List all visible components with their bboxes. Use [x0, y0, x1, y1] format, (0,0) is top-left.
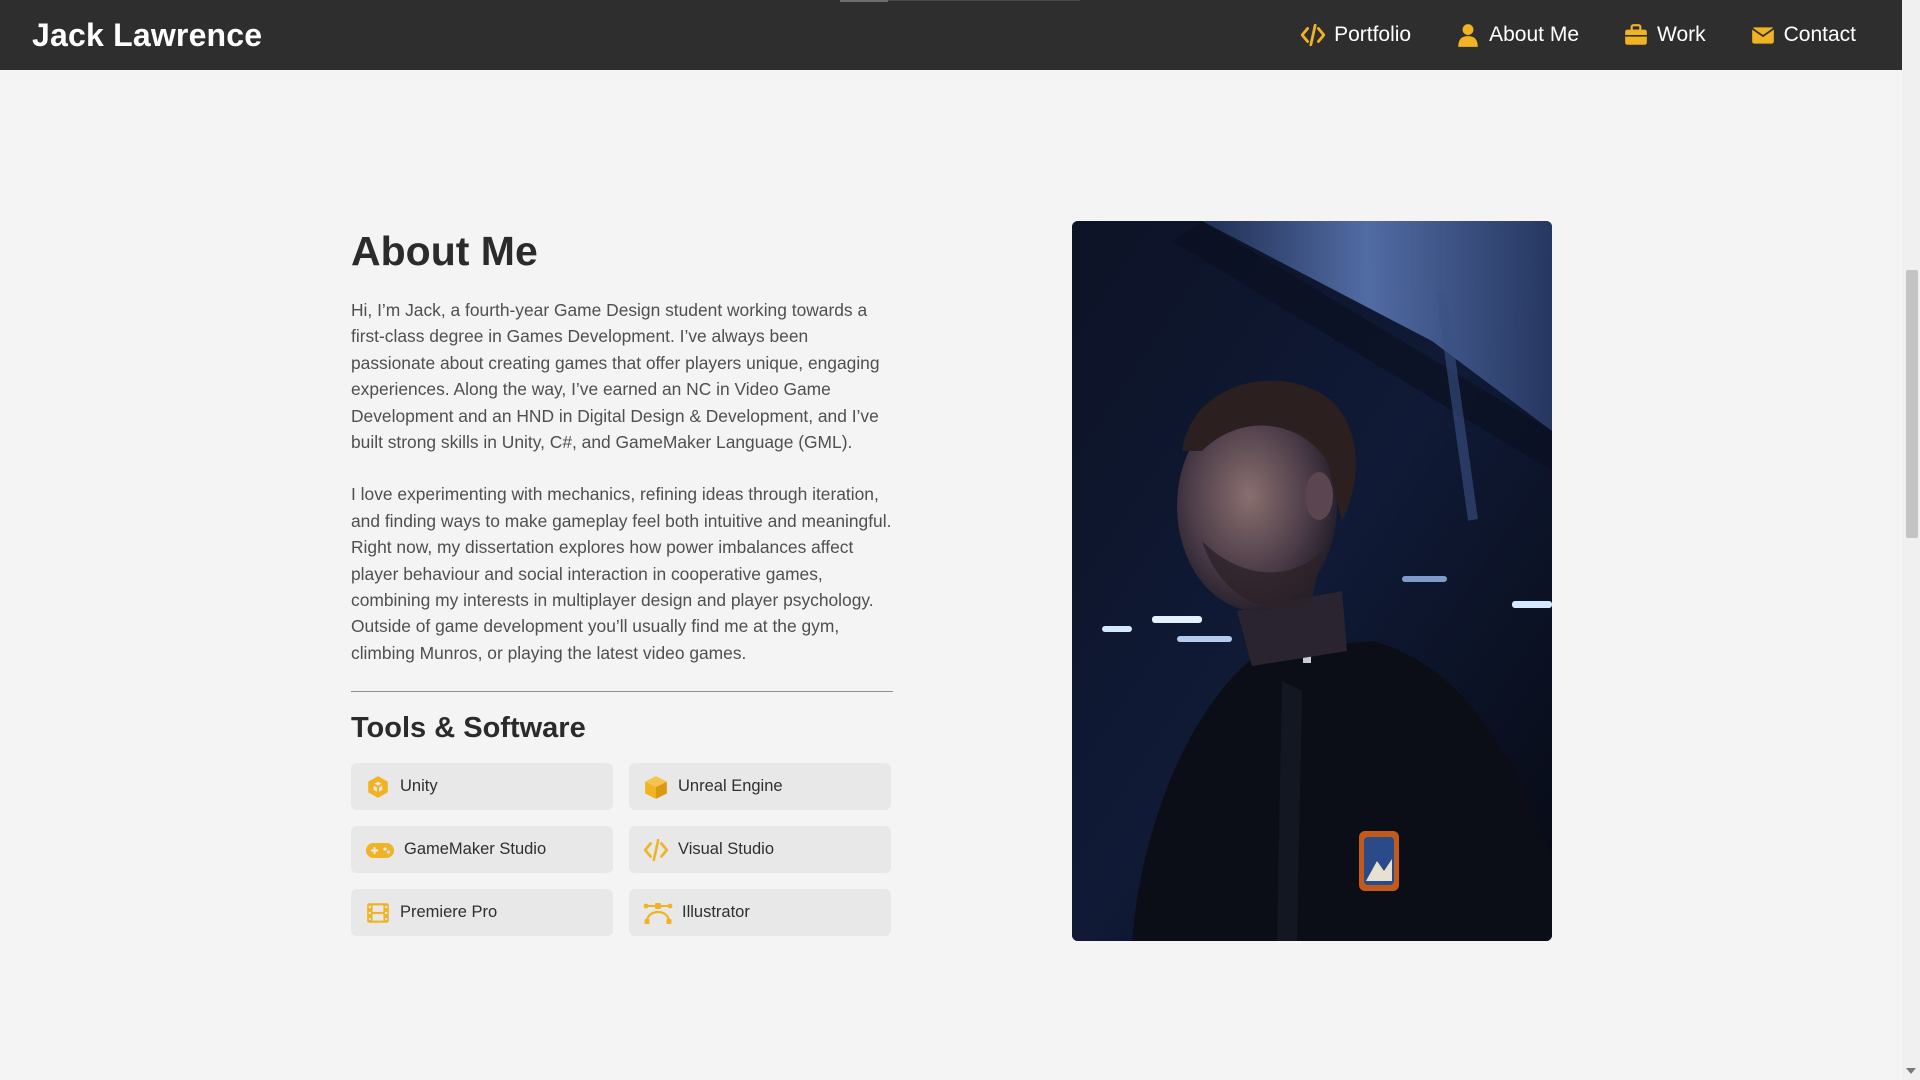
page-scrollbar[interactable]	[1902, 0, 1920, 1080]
tool-unreal-engine-label: Unreal Engine	[678, 777, 783, 796]
user-icon	[1458, 24, 1478, 47]
tool-illustrator: Illustrator	[629, 889, 891, 937]
tool-visual-studio: Visual Studio	[629, 826, 891, 874]
nav-portfolio[interactable]: Portfolio	[1300, 22, 1411, 48]
tools-title: Tools & Software	[351, 712, 586, 745]
bezier-icon	[643, 902, 673, 924]
top-indicator	[840, 0, 1080, 2]
nav-contact[interactable]: Contact	[1750, 22, 1856, 48]
code-icon	[1300, 23, 1326, 47]
about-paragraph-2: I love experimenting with mechanics, ref…	[351, 484, 892, 663]
nav-about-me-label: About Me	[1489, 23, 1579, 46]
about-section: About Me Hi, I’m Jack, a fourth-year Gam…	[351, 228, 893, 937]
tool-gamemaker-studio: GameMaker Studio	[351, 826, 613, 874]
envelope-icon	[1751, 27, 1774, 44]
tool-unreal-engine: Unreal Engine	[629, 763, 891, 811]
tool-unity: Unity	[351, 763, 613, 811]
tool-premiere-pro: Premiere Pro	[351, 889, 613, 937]
nav-contact-label: Contact	[1783, 23, 1856, 46]
nav-about-me[interactable]: About Me	[1455, 22, 1579, 48]
main-nav: Portfolio About Me Work Contact	[1300, 22, 1856, 48]
scroll-down-arrow-icon[interactable]	[1906, 1068, 1916, 1074]
about-title: About Me	[351, 228, 538, 274]
site-brand[interactable]: Jack Lawrence	[32, 17, 262, 54]
tool-unity-label: Unity	[400, 777, 438, 796]
tool-gamemaker-studio-label: GameMaker Studio	[404, 840, 547, 859]
site-header: Jack Lawrence Portfolio About Me Work Co…	[0, 0, 1902, 70]
film-icon	[367, 903, 389, 923]
nav-portfolio-label: Portfolio	[1334, 23, 1412, 46]
unity-icon	[368, 775, 388, 798]
tool-illustrator-label: Illustrator	[682, 903, 750, 922]
section-divider	[351, 691, 893, 693]
nav-work[interactable]: Work	[1623, 22, 1706, 48]
gamepad-icon	[366, 842, 394, 858]
about-paragraph-1: Hi, I’m Jack, a fourth-year Game Design …	[351, 300, 880, 453]
profile-photo	[1072, 221, 1552, 941]
scrollbar-thumb[interactable]	[1906, 270, 1918, 538]
briefcase-icon	[1625, 24, 1647, 45]
tools-grid: Unity Unreal Engine GameMaker Studio Vis…	[351, 763, 893, 937]
code-icon	[643, 838, 669, 861]
cube-icon	[645, 775, 667, 799]
tool-premiere-pro-label: Premiere Pro	[400, 903, 498, 922]
tool-visual-studio-label: Visual Studio	[678, 840, 775, 859]
nav-work-label: Work	[1657, 23, 1706, 46]
